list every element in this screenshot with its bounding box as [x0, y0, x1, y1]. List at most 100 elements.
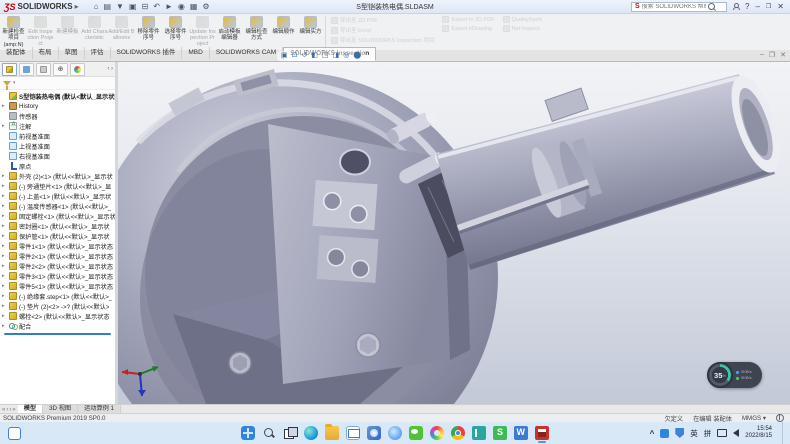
tree-item[interactable]: ▸ 密封圈<1> (默认<<默认>_显示状 — [0, 221, 115, 231]
taskbar-app-icon[interactable] — [304, 426, 318, 440]
headsup-icon[interactable]: ⬤ — [353, 51, 361, 61]
minimize-button[interactable]: – — [755, 2, 759, 11]
graphics-viewport[interactable]: 35% 0KB/s 0KB/s — [118, 62, 790, 404]
tree-item[interactable]: ▸ 零件2<2> (默认<<默认>_显示状态 — [0, 261, 115, 271]
menu-expand-icon[interactable]: ▸ — [75, 2, 79, 11]
tree-item[interactable]: ▸ 零件5<1> (默认<<默认>_显示状态 — [0, 281, 115, 291]
expand-arrow-icon[interactable]: ▸ — [2, 293, 7, 299]
tab-configurationmanager[interactable] — [36, 63, 51, 76]
headsup-icon[interactable]: ◧ — [311, 51, 318, 61]
tree-item[interactable]: ▸ 注解 — [0, 121, 115, 131]
expand-arrow-icon[interactable]: ▸ — [2, 283, 7, 289]
export-menu-item[interactable]: 导出至 Excel — [331, 26, 434, 34]
doc-window-control[interactable]: – — [760, 51, 764, 59]
headsup-icon[interactable]: ⊡ — [292, 51, 298, 61]
headsup-icon[interactable]: ◨ — [333, 51, 340, 61]
taskbar-app-icon[interactable] — [409, 426, 423, 440]
tree-item[interactable]: ▸ (-) 绝缘套.step<1> (默认<<默认>_ — [0, 291, 115, 301]
expand-arrow-icon[interactable]: ▸ — [2, 323, 7, 329]
taskbar-app-icon[interactable] — [325, 426, 339, 440]
doc-window-control[interactable]: ❐ — [769, 51, 775, 59]
tab-displaymanager[interactable] — [70, 63, 85, 76]
expand-arrow-icon[interactable]: ▸ — [2, 223, 7, 229]
expand-arrow-icon[interactable]: ▸ — [2, 303, 7, 309]
taskbar-clock[interactable]: 15:54 2022/8/15 — [745, 426, 776, 440]
taskbar-app-icon[interactable] — [451, 426, 465, 440]
qat-button[interactable]: ◉ — [177, 2, 186, 12]
tree-item[interactable]: ▸ History — [0, 101, 115, 111]
expand-arrow-icon[interactable]: ▸ — [2, 253, 7, 259]
ribbon-button[interactable]: 移除零件序号 — [135, 14, 162, 50]
widgets-icon[interactable] — [8, 427, 21, 440]
expand-arrow-icon[interactable]: ▸ — [2, 243, 7, 249]
export-menu-item[interactable]: QualityXpert — [503, 16, 542, 23]
taskbar-app-icon[interactable] — [346, 426, 360, 440]
search-icon[interactable] — [708, 3, 715, 10]
tree-item[interactable]: ▸ 前视基准面 — [0, 131, 115, 141]
ribbon-button[interactable]: 编辑检查方式 — [243, 14, 270, 50]
tray-expand-icon[interactable]: ^ — [650, 429, 655, 438]
tree-item[interactable]: ▸ 原点 — [0, 161, 115, 171]
export-menu-item[interactable]: Export eDrawing — [442, 25, 494, 32]
ribbon-tab[interactable]: 评估 — [85, 47, 111, 59]
expand-arrow-icon[interactable]: ▸ — [2, 263, 7, 269]
network-icon[interactable] — [717, 429, 727, 437]
tab-featuremanager[interactable] — [2, 63, 17, 76]
ribbon-button[interactable]: 选择零件序号 — [162, 14, 189, 50]
ime-mode[interactable]: 拼 — [704, 428, 712, 439]
qat-button[interactable]: ▦ — [189, 2, 199, 12]
taskbar-app-icon[interactable] — [241, 426, 255, 440]
status-units[interactable]: MMGS ▾ — [742, 415, 766, 422]
help-button[interactable]: ? — [745, 2, 749, 11]
ribbon-tab[interactable]: 布局 — [33, 47, 59, 59]
tree-item[interactable]: ▸ (-) 上盖<1> (默认<<默认>_显示状 — [0, 191, 115, 201]
export-menu-item[interactable]: Net-Inspect — [503, 25, 542, 32]
expand-arrow-icon[interactable]: ▸ — [2, 183, 7, 189]
headsup-icon[interactable]: ◳ — [322, 51, 329, 61]
taskbar-app-icon[interactable] — [514, 426, 528, 440]
rollback-bar[interactable] — [4, 333, 111, 335]
onedrive-icon[interactable] — [660, 429, 669, 438]
export-menu-item[interactable]: 导出至 SOLIDWORKS Inspection 项目 — [331, 36, 434, 44]
headsup-icon[interactable]: ▣ — [281, 51, 288, 61]
qat-button[interactable]: ▤ — [102, 2, 112, 12]
qat-button[interactable]: ⌂ — [93, 2, 100, 12]
headsup-icon[interactable]: ↺ — [302, 51, 308, 61]
show-desktop-button[interactable] — [782, 422, 786, 444]
panel-tabs-overflow[interactable]: ‹ › — [107, 66, 113, 72]
ribbon-tab[interactable]: SOLIDWORKS CAM — [210, 47, 283, 59]
doc-window-control[interactable]: ✕ — [780, 51, 786, 59]
ribbon-tab[interactable]: 装配体 — [0, 47, 33, 59]
ribbon-tab[interactable]: SOLIDWORKS 插件 — [111, 47, 183, 59]
tree-item[interactable]: ▸ (-) 旁通垫片<1> (默认<<默认>_显 — [0, 181, 115, 191]
ribbon-button[interactable]: Add/Edit Balloons — [108, 14, 135, 50]
expand-arrow-icon[interactable]: ▸ — [2, 123, 7, 129]
export-menu-item[interactable]: Export to 3D PDF — [442, 16, 494, 23]
security-shield-icon[interactable] — [675, 428, 684, 438]
tree-item[interactable]: ▸ 右视基准面 — [0, 151, 115, 161]
ribbon-button[interactable]: 新建模板 — [54, 14, 81, 50]
expand-arrow-icon[interactable]: ▸ — [2, 203, 7, 209]
headsup-icon[interactable]: ◎ — [343, 51, 349, 61]
taskbar-app-icon[interactable] — [535, 426, 549, 440]
sign-in-icon[interactable] — [733, 4, 739, 10]
volume-icon[interactable] — [733, 429, 739, 437]
tree-item[interactable]: ▸ 传感器 — [0, 111, 115, 121]
export-menu-item[interactable]: 导出至 2D PDF — [331, 16, 434, 24]
help-search-box[interactable]: S — [631, 2, 727, 12]
taskbar-app-icon[interactable] — [430, 426, 444, 440]
qat-button[interactable]: ▼ — [115, 2, 125, 12]
tab-propertymanager[interactable] — [19, 63, 34, 76]
ribbon-tab[interactable]: MBD — [182, 47, 209, 59]
tree-item[interactable]: ▸ 固定螺栓<1> (默认<<默认>_显示状 — [0, 211, 115, 221]
expand-arrow-icon[interactable]: ▸ — [2, 193, 7, 199]
qat-button[interactable]: ▣ — [128, 2, 138, 12]
tab-dimxpertmanager[interactable]: ⊕ — [53, 63, 68, 76]
qat-button[interactable]: ↶ — [152, 2, 161, 12]
qat-button[interactable]: ► — [164, 2, 174, 12]
doc-tab[interactable]: 运动算例 1 — [78, 405, 121, 413]
ribbon-button[interactable]: Update Inspection Project — [189, 14, 216, 50]
tree-item[interactable]: ▸ 零件2<1> (默认<<默认>_显示状态 — [0, 251, 115, 261]
tree-item[interactable]: ▸ (-) 垫片 (2)<2> ->? (默认<<默认> — [0, 301, 115, 311]
globe-icon[interactable] — [776, 414, 784, 422]
